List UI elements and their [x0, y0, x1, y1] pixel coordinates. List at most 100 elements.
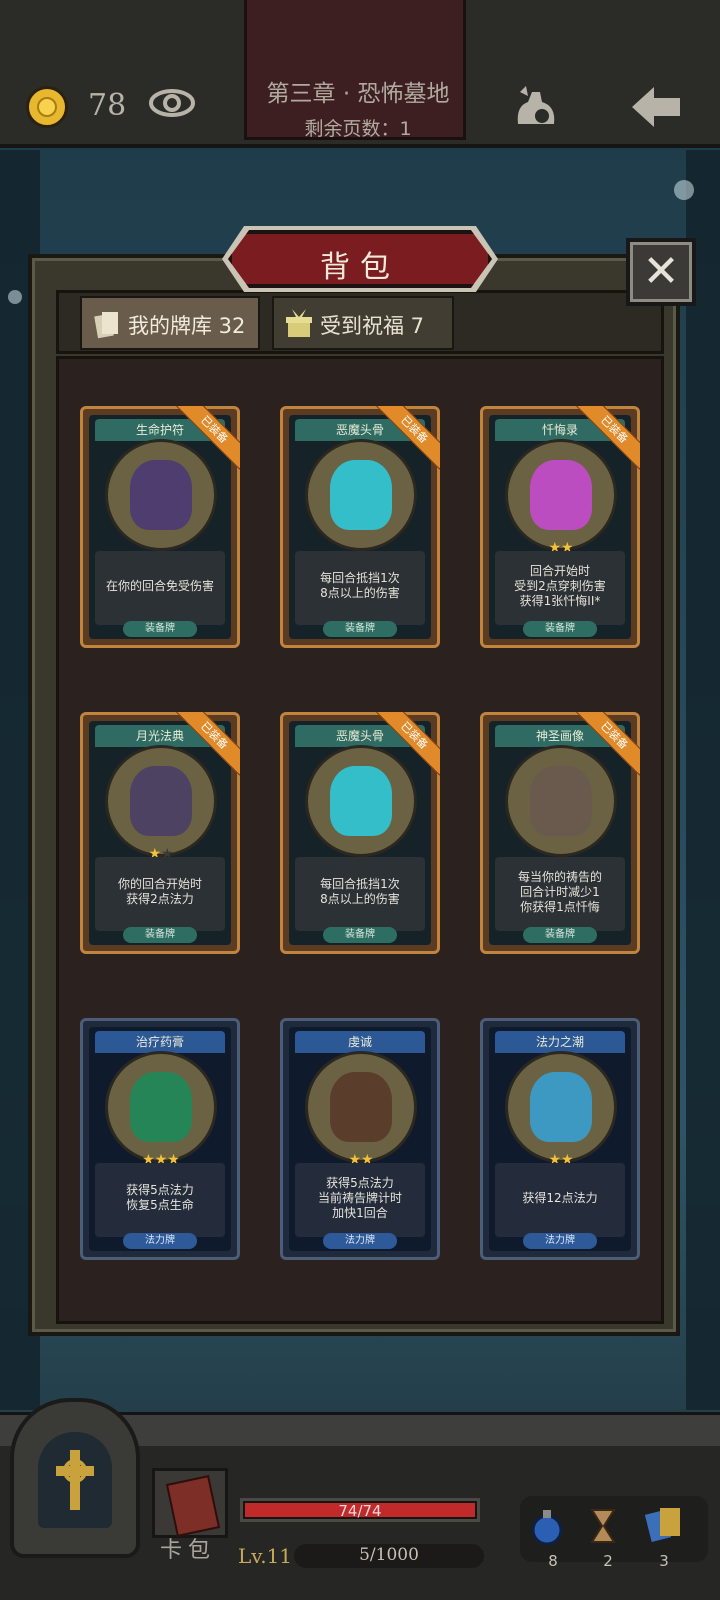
- card-art-figure: [130, 460, 192, 530]
- card-equipment[interactable]: 恶魔头骨 每回合抵挡1次 8点以上的伤害 装备牌 已装备: [280, 406, 440, 648]
- card-type-label: 法力牌: [323, 1233, 397, 1249]
- card-pack-icon: [165, 1475, 221, 1537]
- card-art-figure: [330, 766, 392, 836]
- remaining-pages: 剩余页数：1: [304, 118, 412, 140]
- card-name: 治疗药膏: [135, 1035, 184, 1049]
- equipped-ribbon: 已装备: [176, 712, 240, 776]
- close-icon: ✕: [642, 246, 680, 297]
- card-description-box: 获得5点法力 恢复5点生命: [95, 1163, 225, 1237]
- card-type-label: 装备牌: [123, 621, 197, 637]
- tab-blessings-label: 受到祝福 7: [320, 314, 425, 338]
- card-description-line: 回合开始时: [529, 563, 590, 578]
- card-description-line: 受到2点穿刺伤害: [514, 578, 606, 593]
- card-art-figure: [530, 766, 592, 836]
- equipped-ribbon-label: 已装备: [376, 712, 440, 776]
- card-equipment[interactable]: 神圣画像 每当你的祷告的 回合计时减少1 你获得1点忏悔 装备牌 已装备: [480, 712, 640, 954]
- xp-text: 5/1000: [359, 1545, 419, 1565]
- card-type-label: 法力牌: [523, 1233, 597, 1249]
- card-description-line: 加快1回合: [332, 1205, 388, 1220]
- card-type-label: 装备牌: [123, 927, 197, 943]
- card-description-line: 每当你的祷告的: [517, 869, 602, 884]
- loot-bag-icon[interactable]: [512, 84, 560, 130]
- card-type-label: 装备牌: [323, 927, 397, 943]
- card-description-box: 每当你的祷告的 回合计时减少1 你获得1点忏悔: [495, 857, 625, 931]
- cards-icon[interactable]: [644, 1504, 684, 1544]
- player-level: Lv.11: [238, 1544, 293, 1568]
- card-description-line: 恢复5点生命: [126, 1198, 194, 1212]
- card-art-figure: [130, 766, 192, 836]
- tab-blessings[interactable]: 受到祝福 7: [272, 296, 454, 350]
- chapter-title: 第三章 · 恐怖墓地: [266, 81, 450, 107]
- equipped-ribbon-label: 已装备: [376, 406, 440, 470]
- card-name: 法力之潮: [535, 1035, 584, 1049]
- card-spell[interactable]: 虔诚 ★★ 获得5点法力 当前祷告牌计时 加快1回合 法力牌: [280, 1018, 440, 1260]
- card-type-label: 法力牌: [123, 1233, 197, 1249]
- card-description-line: 你的回合开始时: [117, 877, 202, 891]
- card-equipment[interactable]: 恶魔头骨 每回合抵挡1次 8点以上的伤害 装备牌 已装备: [280, 712, 440, 954]
- card-art: [505, 1051, 617, 1163]
- shrine-button[interactable]: [10, 1398, 140, 1558]
- card-description-box: 你的回合开始时 获得2点法力: [95, 857, 225, 931]
- card-description-box: 每回合抵挡1次 8点以上的伤害: [295, 857, 425, 931]
- card-description-line: 每回合抵挡1次: [320, 571, 400, 585]
- close-button[interactable]: ✕: [626, 238, 696, 306]
- card-description-box: 回合开始时 受到2点穿刺伤害 获得1张忏悔II*: [495, 551, 625, 625]
- potion-icon[interactable]: [530, 1506, 564, 1546]
- snowflake: [674, 180, 694, 200]
- card-art-figure: [130, 1072, 192, 1142]
- card-description-line: 获得5点法力: [126, 1183, 194, 1197]
- card-art-figure: [530, 1072, 592, 1142]
- card-equipment[interactable]: 忏悔录 ★★ 回合开始时 受到2点穿刺伤害 获得1张忏悔II* 装备牌 已装备: [480, 406, 640, 648]
- equipped-ribbon: 已装备: [176, 406, 240, 470]
- equipped-ribbon-label: 已装备: [176, 406, 240, 470]
- panel-title: 背包: [320, 250, 400, 285]
- card-description-line: 每回合抵挡1次: [320, 877, 400, 891]
- hp-bar: 74/74: [240, 1498, 480, 1522]
- card-description-line: 获得1张忏悔II*: [519, 593, 601, 608]
- card-spell[interactable]: 治疗药膏 ★★★ 获得5点法力 恢复5点生命 法力牌: [80, 1018, 240, 1260]
- chapter-banner: 第三章 · 恐怖墓地 剩余页数：1: [244, 0, 466, 140]
- card-description-box: 每回合抵挡1次 8点以上的伤害: [295, 551, 425, 625]
- gold-count: 78: [88, 88, 127, 123]
- card-description-box: 获得5点法力 当前祷告牌计时 加快1回合: [295, 1163, 425, 1237]
- card-equipment[interactable]: 生命护符 在你的回合免受伤害 装备牌 已装备: [80, 406, 240, 648]
- hourglass-icon[interactable]: [588, 1506, 618, 1546]
- card-type-label: 装备牌: [523, 621, 597, 637]
- eye-icon[interactable]: [148, 86, 196, 120]
- card-name-bar: 虔诚: [295, 1031, 425, 1053]
- card-art-figure: [530, 460, 592, 530]
- hp-text: 74/74: [338, 1502, 382, 1520]
- card-description-line: 8点以上的伤害: [320, 586, 400, 600]
- card-description-line: 获得12点法力: [522, 1190, 598, 1205]
- card-description-line: 获得5点法力: [326, 1175, 394, 1190]
- tree-right: [686, 150, 720, 1410]
- card-art: [305, 1051, 417, 1163]
- card-spell[interactable]: 法力之潮 ★★ 获得12点法力 法力牌: [480, 1018, 640, 1260]
- card-art-figure: [330, 460, 392, 530]
- equipped-ribbon: 已装备: [576, 406, 640, 470]
- shrine-window: [38, 1432, 112, 1528]
- card-stack-icon: [94, 312, 118, 339]
- equipped-ribbon: 已装备: [576, 712, 640, 776]
- back-arrow-icon[interactable]: [628, 84, 684, 130]
- tab-my-deck[interactable]: 我的牌库 32: [80, 296, 260, 350]
- card-description-box: 获得12点法力: [495, 1163, 625, 1237]
- title-banner: 背包: [228, 230, 492, 288]
- equipped-ribbon: 已装备: [376, 712, 440, 776]
- card-equipment[interactable]: 月光法典 ★★ 你的回合开始时 获得2点法力 装备牌 已装备: [80, 712, 240, 954]
- xp-bar: 5/1000: [294, 1544, 484, 1568]
- equipped-ribbon-label: 已装备: [176, 712, 240, 776]
- equipped-ribbon-label: 已装备: [576, 406, 640, 470]
- card-description-line: 获得2点法力: [126, 892, 194, 906]
- card-art-figure: [330, 1072, 392, 1142]
- card-description-line: 你获得1点忏悔: [520, 899, 600, 914]
- card-pack-button[interactable]: [152, 1468, 228, 1538]
- card-name: 虔诚: [347, 1035, 372, 1049]
- card-name-bar: 治疗药膏: [95, 1031, 225, 1053]
- card-type-label: 装备牌: [323, 621, 397, 637]
- card-name-bar: 法力之潮: [495, 1031, 625, 1053]
- equipped-ribbon-label: 已装备: [576, 712, 640, 776]
- cards-count: 3: [659, 1552, 669, 1570]
- card-description-box: 在你的回合免受伤害: [95, 551, 225, 625]
- tab-my-deck-label: 我的牌库 32: [128, 314, 246, 338]
